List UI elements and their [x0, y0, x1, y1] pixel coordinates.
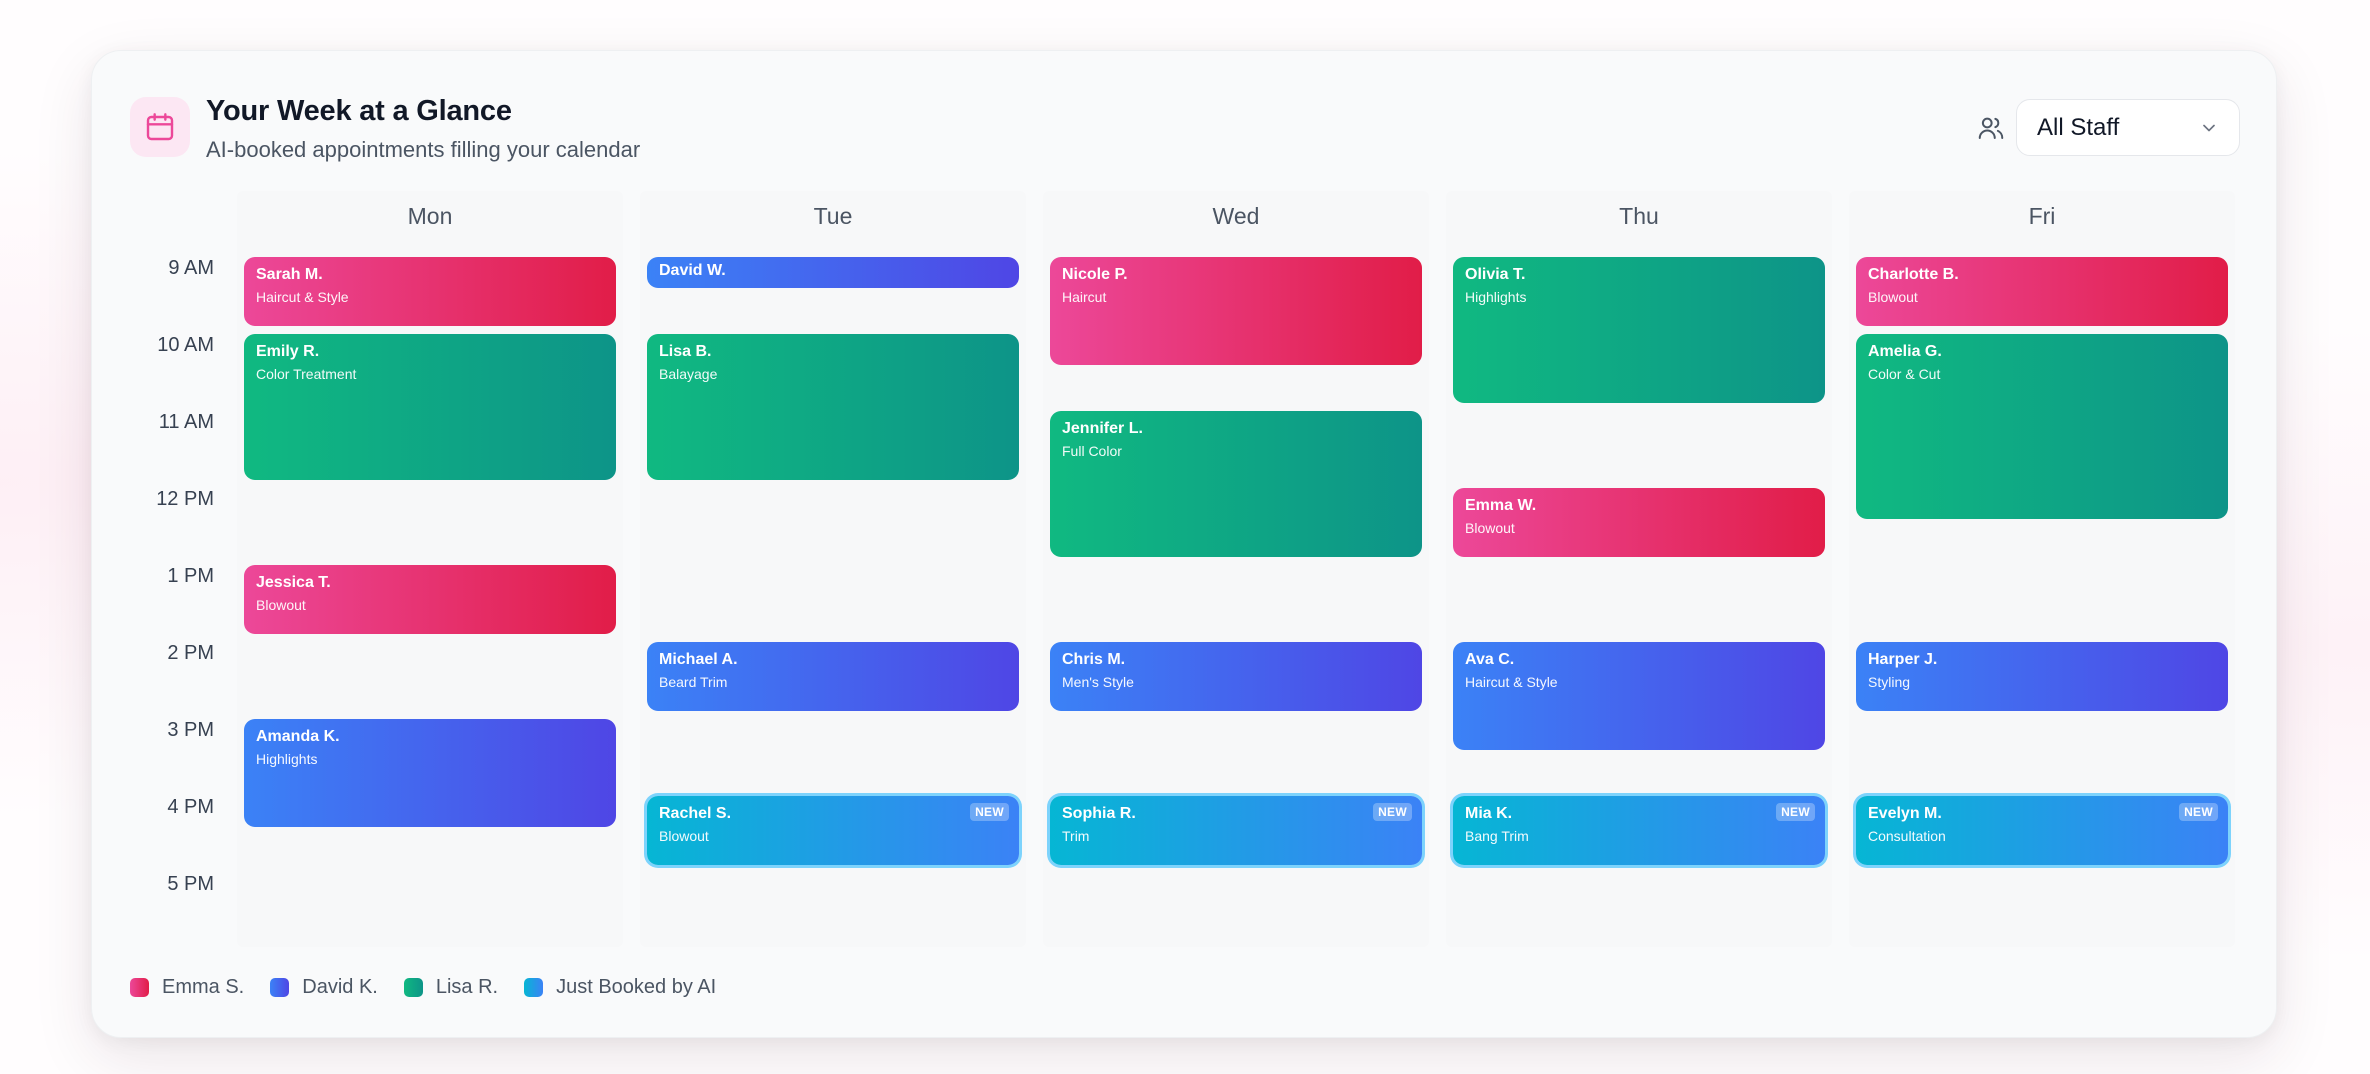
appointment-card[interactable]: Nicole P. Haircut	[1050, 257, 1422, 365]
new-badge: NEW	[1373, 803, 1412, 821]
legend-item: Lisa R.	[403, 976, 499, 999]
appointment-client-name: Charlotte B.	[1868, 266, 1959, 283]
appointment-card[interactable]: Amelia G. Color & Cut	[1856, 334, 2228, 519]
appointment-client-name: Chris M.	[1062, 651, 1126, 668]
appointment-client-name: Emma W.	[1465, 497, 1537, 514]
appointment-client-name: Emily R.	[256, 343, 320, 360]
appointment-client-name: Sarah M.	[256, 266, 323, 283]
staff-filter-select[interactable]: All Staff	[2016, 99, 2240, 156]
appointment-service: Blowout	[256, 597, 306, 613]
appointment-card[interactable]: Ava C. Haircut & Style	[1453, 642, 1825, 750]
appointment-client-name: Ava C.	[1465, 651, 1515, 668]
appointment-service: Haircut & Style	[256, 289, 349, 305]
hour-label: 5 PM	[167, 873, 214, 895]
appointment-client-name: Amanda K.	[256, 728, 340, 745]
day-header-wed: Wed	[1212, 203, 1260, 229]
appointment-service: Haircut & Style	[1465, 674, 1558, 690]
hour-label: 9 AM	[168, 257, 214, 279]
legend: Emma S. David K. Lisa R. Just Booked by AI	[130, 976, 742, 999]
hour-label: 3 PM	[167, 719, 214, 741]
new-badge: NEW	[970, 803, 1009, 821]
appointment-card[interactable]: Charlotte B. Blowout	[1856, 257, 2228, 326]
appointment-client-name: Mia K.	[1465, 805, 1513, 822]
page-title: Your Week at a Glance	[206, 95, 512, 127]
legend-label: Just Booked by AI	[556, 976, 717, 998]
appointment-card[interactable]: Jessica T. Blowout	[244, 565, 616, 634]
legend-swatch	[403, 978, 423, 997]
hour-label: 4 PM	[167, 796, 214, 818]
hour-label: 10 AM	[157, 334, 214, 356]
appointment-client-name: Amelia G.	[1868, 343, 1942, 360]
appointment-card[interactable]: Evelyn M. Consultation NEW	[1856, 796, 2228, 865]
appointment-client-name: Jennifer L.	[1062, 420, 1143, 437]
appointment-card[interactable]: Harper J. Styling	[1856, 642, 2228, 711]
appointment-service: Balayage	[659, 366, 718, 382]
appointment-client-name: David W.	[659, 262, 726, 279]
appointment-client-name: Michael A.	[659, 651, 738, 668]
legend-swatch	[270, 978, 290, 997]
appointment-card[interactable]: Mia K. Bang Trim NEW	[1453, 796, 1825, 865]
page-subtitle: AI-booked appointments filling your cale…	[206, 137, 641, 162]
appointment-card[interactable]: Emma W. Blowout	[1453, 488, 1825, 557]
appointment-card[interactable]: David W.	[647, 257, 1019, 288]
appointment-service: Haircut	[1062, 289, 1107, 305]
appointment-service: Blowout	[1465, 520, 1515, 536]
appointment-card[interactable]: Amanda K. Highlights	[244, 719, 616, 827]
appointment-service: Consultation	[1868, 828, 1946, 844]
appointment-service: Styling	[1868, 674, 1911, 690]
calendar-card: Your Week at a Glance AI-booked appointm…	[91, 50, 2277, 1038]
appointment-client-name: Evelyn M.	[1868, 805, 1942, 822]
appointment-service: Beard Trim	[659, 674, 728, 690]
day-header-tue: Tue	[813, 203, 853, 229]
day-header-fri: Fri	[2028, 203, 2056, 229]
day-header-mon: Mon	[407, 203, 453, 229]
hour-label: 2 PM	[167, 642, 214, 664]
appointment-card[interactable]: Lisa B. Balayage	[647, 334, 1019, 480]
appointment-service: Highlights	[256, 751, 318, 767]
legend-item: David K.	[270, 976, 378, 999]
appointment-card[interactable]: Emily R. Color Treatment	[244, 334, 616, 480]
appointment-service: Full Color	[1062, 443, 1122, 459]
staff-filter-value: All Staff	[2037, 113, 2120, 141]
appointment-card[interactable]: Rachel S. Blowout NEW	[647, 796, 1019, 865]
hour-label: 12 PM	[156, 488, 214, 510]
new-badge: NEW	[1776, 803, 1815, 821]
appointment-service: Blowout	[1868, 289, 1918, 305]
appointment-client-name: Rachel S.	[659, 805, 732, 822]
users-icon	[1976, 113, 2006, 143]
appointment-card[interactable]: Olivia T. Highlights	[1453, 257, 1825, 403]
appointment-service: Color & Cut	[1868, 366, 1941, 382]
appointment-client-name: Harper J.	[1868, 651, 1938, 668]
appointment-service: Trim	[1062, 828, 1090, 844]
legend-item: Emma S.	[130, 976, 244, 999]
appointment-service: Highlights	[1465, 289, 1527, 305]
appointment-client-name: Sophia R.	[1062, 805, 1136, 822]
legend-swatch	[130, 978, 149, 997]
appointment-service: Men's Style	[1062, 674, 1134, 690]
appointment-card[interactable]: Sophia R. Trim NEW	[1050, 796, 1422, 865]
day-header-thu: Thu	[1619, 203, 1659, 229]
appointment-card[interactable]: Sarah M. Haircut & Style	[244, 257, 616, 326]
hour-label: 1 PM	[167, 565, 214, 587]
legend-label: Lisa R.	[435, 976, 499, 998]
legend-item: Just Booked by AI	[524, 976, 716, 999]
new-badge: NEW	[2179, 803, 2218, 821]
chevron-down-icon	[2199, 117, 2219, 145]
legend-label: Emma S.	[162, 976, 245, 998]
appointment-service: Color Treatment	[256, 366, 357, 382]
appointment-card[interactable]: Michael A. Beard Trim	[647, 642, 1019, 711]
calendar-icon	[130, 97, 190, 157]
hour-label: 11 AM	[158, 411, 214, 433]
appointment-client-name: Lisa B.	[659, 343, 712, 360]
appointment-client-name: Jessica T.	[256, 574, 331, 591]
appointment-service: Blowout	[659, 828, 709, 844]
appointment-client-name: Nicole P.	[1062, 266, 1128, 283]
legend-label: David K.	[302, 976, 378, 998]
appointment-service: Bang Trim	[1465, 828, 1529, 844]
appointment-card[interactable]: Jennifer L. Full Color	[1050, 411, 1422, 557]
appointment-client-name: Olivia T.	[1465, 266, 1526, 283]
legend-swatch	[524, 978, 544, 997]
appointment-card[interactable]: Chris M. Men's Style	[1050, 642, 1422, 711]
